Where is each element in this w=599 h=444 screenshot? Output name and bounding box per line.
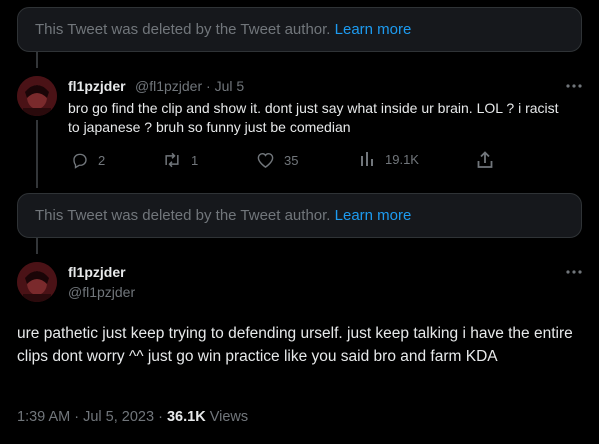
reply-bubble-icon <box>71 151 89 169</box>
views-button[interactable]: 19.1K <box>360 151 419 167</box>
separator-dot: · <box>158 409 163 425</box>
share-button[interactable] <box>477 151 493 169</box>
handle[interactable]: @fl1pzjder <box>135 78 202 94</box>
tweet-meta: @fl1pzjder · Jul 5 <box>135 78 244 94</box>
learn-more-link[interactable]: Learn more <box>335 207 412 224</box>
retweet-count: 1 <box>191 152 199 168</box>
deleted-tweet-notice: This Tweet was deleted by the Tweet auth… <box>17 193 582 238</box>
tweet-text: ure pathetic just keep trying to defendi… <box>17 325 573 365</box>
thread-line <box>36 120 38 188</box>
tweet-date[interactable]: Jul 5, 2023 <box>83 409 154 425</box>
views-count: 19.1K <box>385 151 419 167</box>
thread-line <box>36 52 38 68</box>
deleted-tweet-notice: This Tweet was deleted by the Tweet auth… <box>17 7 582 52</box>
views-label: Views <box>209 409 249 425</box>
heart-icon <box>256 151 275 169</box>
display-name[interactable]: fl1pzjder <box>68 264 126 280</box>
tweet-time[interactable]: 1:39 AM <box>17 409 70 425</box>
deleted-notice-text: This Tweet was deleted by the Tweet auth… <box>35 207 331 224</box>
reply-button[interactable]: 2 <box>71 151 105 169</box>
more-horizontal-icon[interactable] <box>565 269 583 275</box>
separator-dot: · <box>74 409 80 425</box>
like-button[interactable]: 35 <box>256 151 298 169</box>
handle[interactable]: @fl1pzjder <box>68 284 135 300</box>
retweet-icon <box>162 151 182 169</box>
tweet-date[interactable]: Jul 5 <box>215 78 245 94</box>
reply-count: 2 <box>98 152 106 168</box>
separator-dot: · <box>206 78 211 94</box>
share-upload-icon <box>477 151 493 169</box>
tweet-text: bro go find the clip and show it. dont j… <box>68 100 559 135</box>
retweet-button[interactable]: 1 <box>162 151 198 169</box>
avatar[interactable] <box>17 262 57 302</box>
display-name[interactable]: fl1pzjder <box>68 78 126 94</box>
views-count[interactable]: 36.1K <box>167 409 206 425</box>
tweet-timestamp-row: 1:39 AM · Jul 5, 2023 · 36.1K Views <box>17 409 248 425</box>
like-count: 35 <box>284 152 299 168</box>
deleted-notice-text: This Tweet was deleted by the Tweet auth… <box>35 21 331 38</box>
learn-more-link[interactable]: Learn more <box>335 21 412 38</box>
analytics-bars-icon <box>360 151 376 167</box>
thread-line <box>36 238 38 254</box>
more-horizontal-icon[interactable] <box>565 83 583 89</box>
avatar[interactable] <box>17 76 57 116</box>
